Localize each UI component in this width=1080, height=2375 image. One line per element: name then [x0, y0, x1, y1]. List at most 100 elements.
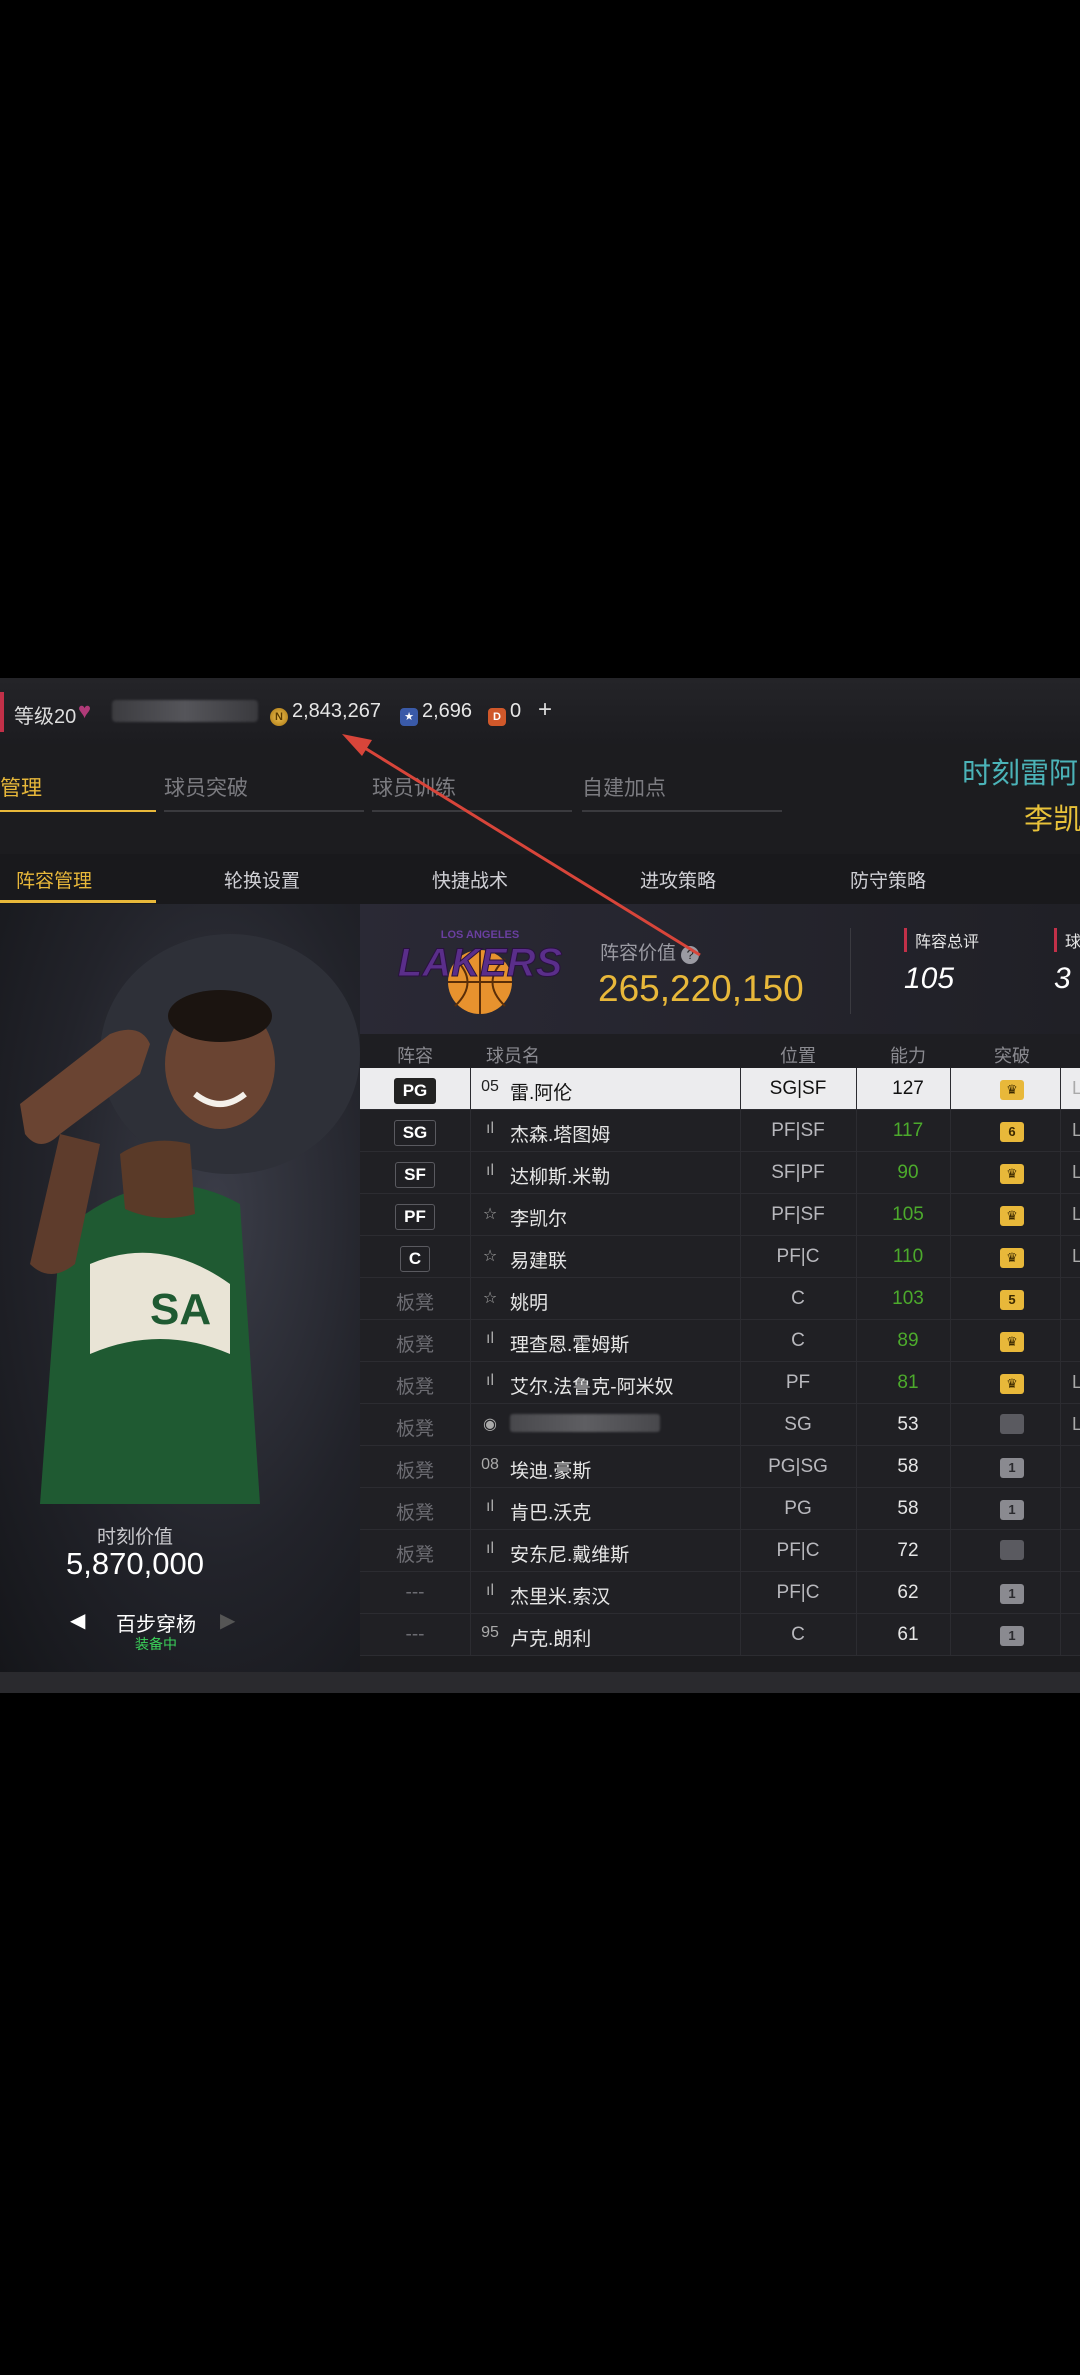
player-type-icon: 08 [481, 1456, 499, 1473]
lineup-cell[interactable]: 板凳 [360, 1540, 470, 1567]
player-name-cell: 姚明 [510, 1288, 548, 1315]
breakthrough-cell[interactable]: ♛ [986, 1162, 1038, 1184]
breakthrough-cell[interactable] [986, 1414, 1038, 1440]
lineup-cell[interactable]: 板凳 [360, 1330, 470, 1357]
table-row[interactable]: 板凳 ıl 艾尔.法鲁克-阿米奴 PF 81 ♛ L [360, 1362, 1080, 1404]
breakthrough-icon: 1 [1000, 1500, 1024, 1520]
player-position: PF|SF [771, 1204, 825, 1225]
player-position: PF|SF [771, 1120, 825, 1141]
table-row[interactable]: --- ıl 杰里米.索汉 PF|C 62 1 [360, 1572, 1080, 1614]
row-tail: L [1072, 1246, 1080, 1266]
table-row[interactable]: 板凳 ☆ 姚明 C 103 5 [360, 1278, 1080, 1320]
table-row[interactable]: 板凳 ıl 肯巴.沃克 PG 58 1 [360, 1488, 1080, 1530]
lineup-cell[interactable]: 板凳 [360, 1372, 470, 1399]
extra-rating-value: 3 [1054, 962, 1071, 995]
breakthrough-cell[interactable]: ♛ [986, 1330, 1038, 1352]
event-subtitle: 李凯 [1024, 804, 1080, 836]
table-row[interactable]: 板凳 08 埃迪.豪斯 PG|SG 58 1 [360, 1446, 1080, 1488]
lineup-cell[interactable]: 板凳 [360, 1498, 470, 1525]
table-row[interactable]: SG ıl 杰森.塔图姆 PF|SF 117 6 L [360, 1110, 1080, 1152]
player-name: 艾尔.法鲁克-阿米奴 [510, 1377, 674, 1398]
player-name-cell: 达柳斯.米勒 [510, 1162, 610, 1189]
breakthrough-cell[interactable]: 5 [986, 1288, 1038, 1310]
tab-custom-points[interactable]: 自建加点 [582, 772, 666, 802]
lineup-cell[interactable]: C [360, 1246, 470, 1272]
breakthrough-cell[interactable] [986, 1540, 1038, 1566]
next-arrow-icon[interactable]: ▶ [220, 1608, 235, 1633]
breakthrough-cell[interactable]: ♛ [986, 1204, 1038, 1226]
player-position: SG|SF [769, 1078, 827, 1099]
player-ability: 110 [892, 1246, 924, 1267]
row-divider [1060, 1152, 1061, 1193]
subtab-quick-tactics[interactable]: 快捷战术 [432, 866, 508, 893]
lineup-cell[interactable]: --- [360, 1624, 470, 1646]
table-row[interactable]: 板凳 ıl 理查恩.霍姆斯 C 89 ♛ [360, 1320, 1080, 1362]
table-row[interactable]: PG 05 雷.阿伦 SG|SF 127 ♛ L [360, 1068, 1080, 1110]
coin-icon: N [270, 708, 288, 726]
row-divider [1060, 1362, 1061, 1403]
breakthrough-cell[interactable]: 6 [986, 1120, 1038, 1142]
player-name-cell: 雷.阿伦 [510, 1078, 572, 1105]
player-level: 等级20 [14, 706, 77, 728]
bench-label: 板凳 [395, 1335, 434, 1356]
player-position: PF|C [776, 1246, 820, 1267]
lineup-cell[interactable]: 板凳 [360, 1456, 470, 1483]
help-icon[interactable]: ? [681, 946, 700, 964]
profile-edge [0, 692, 4, 732]
player-card[interactable]: SA 时刻价值 5,870,000 ◀ 百步穿杨 装备中 ▶ [0, 904, 360, 1672]
player-position: PF [785, 1372, 811, 1393]
row-divider [1060, 1404, 1061, 1445]
roster-table: PG 05 雷.阿伦 SG|SF 127 ♛ L SG ıl 杰森.塔图姆 PF… [360, 1068, 1080, 1656]
player-ability: 61 [897, 1624, 919, 1645]
row-divider [950, 1572, 951, 1613]
row-divider [856, 1614, 857, 1655]
player-ability: 81 [897, 1372, 919, 1393]
player-position: PG|SG [768, 1456, 828, 1477]
breakthrough-cell[interactable]: 1 [986, 1624, 1038, 1646]
subtab-rotation[interactable]: 轮换设置 [224, 866, 300, 893]
breakthrough-icon: ♛ [1000, 1164, 1024, 1184]
lineup-cell[interactable]: PF [360, 1204, 470, 1230]
lineup-cell[interactable]: PG [360, 1078, 470, 1104]
table-row[interactable]: PF ☆ 李凯尔 PF|SF 105 ♛ L [360, 1194, 1080, 1236]
player-ability: 90 [897, 1162, 919, 1183]
table-row[interactable]: --- 95 卢克.朗利 C 61 1 [360, 1614, 1080, 1656]
breakthrough-cell[interactable]: ♛ [986, 1372, 1038, 1394]
tab-breakthrough[interactable]: 球员突破 [164, 772, 248, 802]
lineup-cell[interactable]: SF [360, 1162, 470, 1188]
prev-arrow-icon[interactable]: ◀ [70, 1608, 85, 1633]
row-divider [1060, 1614, 1061, 1655]
lineup-cell[interactable]: SG [360, 1120, 470, 1146]
add-currency-button[interactable]: + [538, 696, 552, 724]
row-divider [950, 1152, 951, 1193]
player-name-cell [510, 1414, 660, 1436]
player-ability: 62 [897, 1582, 919, 1603]
lineup-cell[interactable]: 板凳 [360, 1414, 470, 1441]
row-tail: L [1072, 1078, 1080, 1098]
lineup-rating-label: 阵容总评 [904, 928, 979, 952]
tab-management[interactable]: 管理 [0, 772, 42, 802]
breakthrough-icon: 1 [1000, 1458, 1024, 1478]
table-row[interactable]: C ☆ 易建联 PF|C 110 ♛ L [360, 1236, 1080, 1278]
table-row[interactable]: SF ıl 达柳斯.米勒 SF|PF 90 ♛ L [360, 1152, 1080, 1194]
subtab-defense[interactable]: 防守策略 [850, 866, 926, 893]
breakthrough-cell[interactable]: ♛ [986, 1246, 1038, 1268]
subtab-lineup[interactable]: 阵容管理 [16, 866, 92, 893]
row-divider [856, 1362, 857, 1403]
table-row[interactable]: 板凳 ıl 安东尼.戴维斯 PF|C 72 [360, 1530, 1080, 1572]
player-type-icon: ☆ [482, 1290, 498, 1307]
breakthrough-cell[interactable]: 1 [986, 1582, 1038, 1604]
tab-training[interactable]: 球员训练 [372, 772, 456, 802]
table-row[interactable]: 板凳 ◉ SG 53 L [360, 1404, 1080, 1446]
breakthrough-cell[interactable]: 1 [986, 1498, 1038, 1520]
breakthrough-cell[interactable]: 1 [986, 1456, 1038, 1478]
breakthrough-cell[interactable]: ♛ [986, 1078, 1038, 1100]
lineup-position-badge: SG [393, 1120, 437, 1146]
player-name: 易建联 [510, 1251, 568, 1272]
lineup-cell[interactable]: --- [360, 1582, 470, 1604]
row-divider [856, 1404, 857, 1445]
event-title[interactable]: 时刻雷阿 [962, 750, 1078, 792]
subtab-offense[interactable]: 进攻策略 [640, 866, 716, 893]
lineup-cell[interactable]: 板凳 [360, 1288, 470, 1315]
col-player-name: 球员名 [486, 1046, 540, 1066]
